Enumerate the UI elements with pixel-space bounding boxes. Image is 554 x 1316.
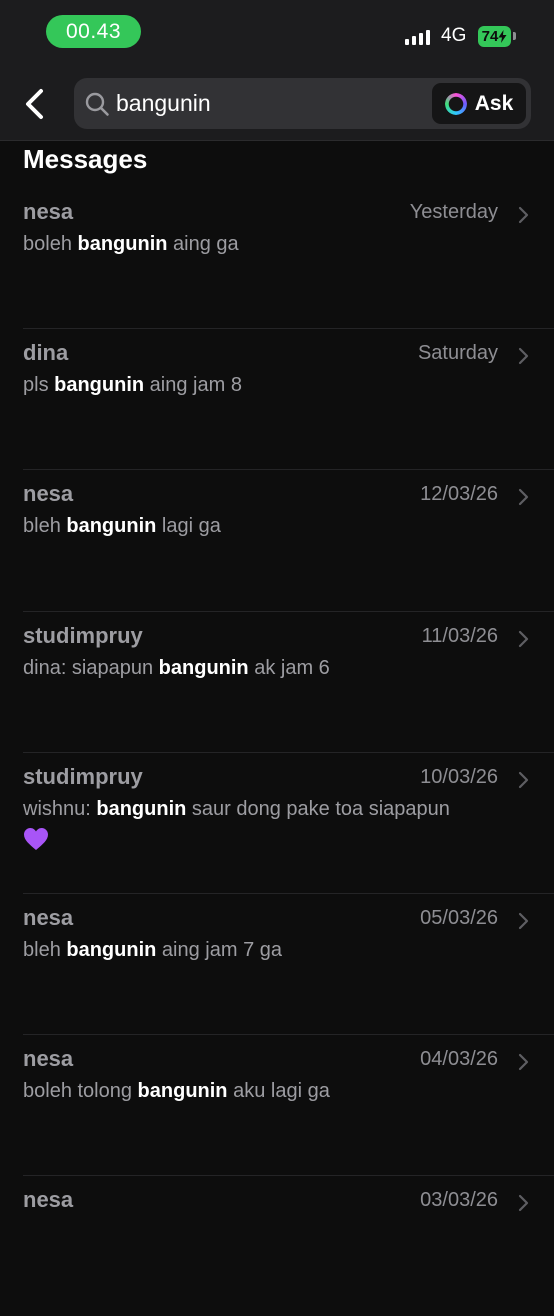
preview-text: boleh — [23, 233, 78, 255]
sender-name: nesa — [23, 905, 74, 930]
message-result-row[interactable]: nesa 03/03/26 — [0, 1175, 554, 1316]
message-date: Yesterday — [409, 201, 498, 223]
preview-text: aing jam 7 ga — [156, 939, 282, 961]
sender-name: studimpruy — [23, 764, 143, 789]
message-date: 12/03/26 — [420, 483, 498, 505]
search-match-highlight: bangunin — [77, 233, 168, 255]
preview-text: aing jam 8 — [144, 374, 242, 396]
message-result-row[interactable]: nesa 12/03/26 bleh bangunin lagi ga — [0, 469, 554, 610]
chevron-right-icon — [518, 771, 529, 789]
preview-text: boleh tolong — [23, 1080, 138, 1102]
message-preview: pls bangunin aing jam 8 — [23, 371, 503, 400]
message-result-row[interactable]: studimpruy 11/03/26 dina: siapapun banguni… — [0, 611, 554, 752]
sender-name: studimpruy — [23, 623, 143, 648]
preview-text: aku lagi ga — [227, 1080, 330, 1102]
chevron-right-icon — [518, 912, 529, 930]
back-button[interactable] — [18, 82, 52, 126]
search-match-highlight: bangunin — [137, 1080, 228, 1102]
message-preview: dina: siapapun bangunin ak jam 6 — [23, 654, 503, 683]
message-date: 11/03/26 — [421, 625, 498, 647]
message-result-row[interactable]: nesa 04/03/26 boleh tolong bangunin aku la… — [0, 1034, 554, 1175]
preview-text: pls — [23, 374, 55, 396]
message-result-row[interactable]: nesa 05/03/26 bleh bangunin aing jam 7 ga — [0, 893, 554, 1034]
row-divider — [23, 752, 554, 753]
message-result-row[interactable]: studimpruy 10/03/26 wishnu: bangunin saur … — [0, 752, 554, 893]
battery-cap — [513, 32, 516, 40]
battery-level: 74 — [481, 28, 499, 45]
battery-icon: 74 — [478, 26, 511, 47]
chevron-right-icon — [518, 630, 529, 648]
row-divider — [23, 893, 554, 894]
search-icon — [85, 92, 109, 116]
row-divider — [23, 1034, 554, 1035]
chevron-right-icon — [518, 347, 529, 365]
charging-bolt-icon — [498, 30, 507, 43]
search-match-highlight: bangunin — [66, 515, 157, 537]
chevron-left-icon — [26, 89, 43, 119]
preview-text: saur dong pake toa siapapun — [186, 798, 450, 820]
message-date: 10/03/26 — [420, 766, 498, 788]
message-date: 03/03/26 — [420, 1189, 498, 1211]
row-divider — [23, 469, 554, 470]
chevron-right-icon — [518, 488, 529, 506]
row-divider — [23, 1175, 554, 1176]
message-preview: wishnu: bangunin saur dong pake toa siap… — [23, 795, 503, 851]
chevron-right-icon — [518, 1194, 529, 1212]
section-title: Messages — [23, 144, 148, 174]
preview-text: aing ga — [167, 233, 239, 255]
preview-text: bleh — [23, 939, 67, 961]
search-match-highlight: bangunin — [54, 374, 145, 396]
status-time[interactable]: 00.43 — [46, 15, 141, 48]
message-date: 05/03/26 — [420, 907, 498, 929]
ask-label: Ask — [474, 91, 514, 115]
purple-heart-icon — [24, 828, 48, 850]
network-type: 4G — [441, 25, 467, 46]
chevron-right-icon — [518, 1053, 529, 1071]
row-divider — [23, 611, 554, 612]
sender-name: nesa — [23, 199, 74, 224]
ask-ring-icon — [444, 92, 467, 115]
row-divider — [23, 328, 554, 329]
search-input[interactable] — [116, 78, 416, 129]
preview-text: bleh — [23, 515, 67, 537]
message-date: Saturday — [417, 342, 498, 364]
search-match-highlight: bangunin — [158, 657, 249, 679]
sender-name: nesa — [23, 481, 74, 506]
search-field[interactable]: Ask — [74, 78, 531, 129]
preview-text: ak jam 6 — [248, 657, 330, 679]
sender-name: nesa — [23, 1187, 74, 1212]
message-preview: boleh bangunin aing ga — [23, 230, 503, 259]
preview-text: wishnu: — [23, 798, 97, 820]
chevron-right-icon — [518, 206, 529, 224]
sender-name: nesa — [23, 1046, 74, 1071]
message-date: 04/03/26 — [420, 1048, 498, 1070]
sender-name: dina — [23, 340, 69, 365]
message-preview: bleh bangunin aing jam 7 ga — [23, 936, 503, 965]
preview-text: dina: siapapun — [23, 657, 159, 679]
search-match-highlight: bangunin — [66, 939, 157, 961]
message-result-row[interactable]: dina Saturday pls bangunin aing jam 8 — [0, 328, 554, 469]
preview-text: lagi ga — [156, 515, 221, 537]
header-divider — [0, 140, 554, 141]
cellular-signal-icon — [405, 30, 431, 45]
ask-button[interactable]: Ask — [432, 83, 526, 124]
search-match-highlight: bangunin — [96, 798, 187, 820]
message-preview: boleh tolong bangunin aku lagi ga — [23, 1077, 503, 1106]
message-result-row[interactable]: nesa Yesterday boleh bangunin aing ga — [0, 187, 554, 328]
message-preview: bleh bangunin lagi ga — [23, 512, 503, 541]
